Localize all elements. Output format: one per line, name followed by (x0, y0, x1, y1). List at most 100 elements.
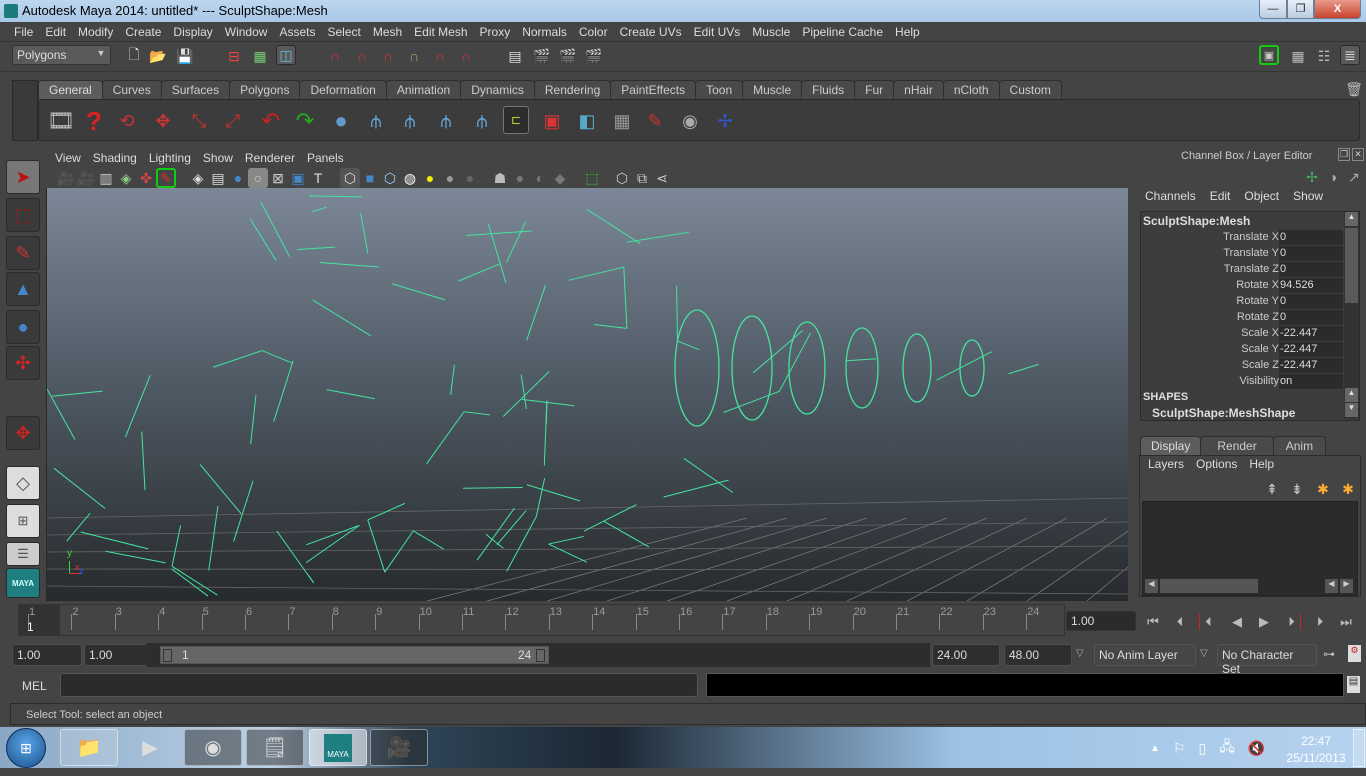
close-button[interactable]: X (1314, 0, 1361, 19)
shelf-tab-muscle[interactable]: Muscle (742, 80, 803, 99)
battery-icon[interactable]: ▯ (1198, 740, 1206, 757)
current-time-field[interactable]: 1.00 (1066, 611, 1136, 631)
shelf-menu-button[interactable] (12, 80, 38, 141)
scale-tool-icon[interactable]: ✣ (6, 346, 40, 380)
trash-icon[interactable]: 🗑 (1344, 79, 1364, 99)
camera-track-icon[interactable]: ✥ (148, 106, 178, 136)
viewport-menu-panels[interactable]: Panels (301, 151, 350, 165)
menu-display[interactable]: Display (167, 25, 218, 39)
menu-select[interactable]: Select (321, 25, 366, 39)
go-to-start-icon[interactable]: ⏮ (1144, 614, 1162, 630)
channel-value[interactable]: 0 (1279, 262, 1343, 277)
layer-list[interactable]: ◀ ◀ ▶ (1142, 501, 1358, 596)
channel-value[interactable]: -22.447 (1279, 342, 1343, 357)
animation-preferences-icon[interactable]: ⚙ (1348, 645, 1361, 662)
menu-window[interactable]: Window (219, 25, 274, 39)
last-tool-icon[interactable]: ✥ (6, 416, 40, 450)
menu-color[interactable]: Color (573, 25, 614, 39)
taskbar-film-app-icon[interactable]: 🎥 (370, 729, 428, 766)
menu-set-select[interactable]: Polygons ▼ (12, 45, 111, 65)
taskbar-media-player-icon[interactable]: ▶ (121, 729, 179, 766)
shelf-tab-fur[interactable]: Fur (854, 80, 895, 99)
image-plane-icon[interactable]: ◈ (116, 168, 136, 188)
menu-file[interactable]: File (8, 25, 39, 39)
smooth-shade-icon[interactable]: ■ (360, 168, 380, 188)
channel-row[interactable]: Visibility on (1141, 374, 1345, 390)
taskbar-clock[interactable]: 22:47 25/11/2013 (1282, 733, 1350, 767)
shelf-tab-curves[interactable]: Curves (101, 80, 162, 99)
step-back-key-icon[interactable]: ⏴ (1199, 614, 1217, 630)
shelf-tab-surfaces[interactable]: Surfaces (160, 80, 231, 99)
taskbar-chrome-icon[interactable]: ◉ (184, 729, 242, 766)
volume-muted-icon[interactable]: 🔇 (1248, 740, 1265, 757)
play-backwards-icon[interactable]: ◀ (1228, 614, 1246, 630)
channel-box-scrollbar[interactable]: ▲ ▲ ▼ (1344, 212, 1359, 419)
select-object-icon[interactable]: ▦ (250, 46, 270, 66)
go-to-end-icon[interactable]: ⏭ (1337, 614, 1355, 630)
multisample-icon[interactable]: ◐ (530, 168, 550, 188)
single-perspective-layout-icon[interactable]: ◇ (6, 466, 40, 500)
layer-menu-options[interactable]: Options (1190, 457, 1243, 471)
unparent-icon[interactable]: ⫛ (468, 106, 496, 136)
shelf-tab-toon[interactable]: Toon (695, 80, 744, 99)
channel-row[interactable]: Translate X0 (1141, 230, 1345, 246)
menu-mesh[interactable]: Mesh (367, 25, 408, 39)
shelf-tab-nhair[interactable]: nHair (893, 80, 944, 99)
channel-row[interactable]: Scale Z -22.447 (1141, 358, 1345, 374)
select-hierarchy-icon[interactable]: ⊟ (224, 46, 244, 66)
shelf-tab-ncloth[interactable]: nCloth (942, 80, 1000, 99)
channel-row[interactable]: Rotate Y0 (1141, 294, 1345, 310)
step-forward-frame-icon[interactable]: ⏵ (1311, 614, 1329, 630)
shape-name[interactable]: SculptShape:MeshShape (1152, 406, 1295, 420)
hierarchy-icon[interactable]: ⫛ (362, 106, 390, 136)
shelf-tab-custom[interactable]: Custom (998, 80, 1062, 99)
anim-layer-select[interactable]: No Anim Layer (1094, 644, 1196, 666)
layer-tab-anim[interactable]: Anim (1272, 436, 1327, 455)
channel-row[interactable]: Rotate Z0 (1141, 310, 1345, 326)
shelf-tab-painteffects[interactable]: PaintEffects (610, 80, 697, 99)
movie-reel-icon[interactable]: 🎞 (46, 106, 76, 136)
menu-help[interactable]: Help (889, 25, 926, 39)
paint-select-tool-icon[interactable]: ✎ (6, 236, 40, 270)
use-default-light-icon[interactable]: ● (420, 168, 440, 188)
field-chart-icon[interactable]: ⊠ (268, 168, 288, 188)
show-hidden-icons-icon[interactable]: ▲ (1150, 743, 1160, 754)
scroll-right-icon[interactable]: ▶ (1340, 579, 1353, 593)
lasso-tool-icon[interactable]: ⬚ (6, 198, 40, 232)
use-all-lights-icon[interactable]: ● (440, 168, 460, 188)
taskbar-explorer-icon[interactable]: 📁 (60, 729, 118, 766)
snap-view-plane-icon[interactable]: ∩ (404, 46, 424, 66)
viewport-menu-shading[interactable]: Shading (87, 151, 143, 165)
start-time-field[interactable]: 1.00 (12, 644, 82, 666)
ipr-render-icon[interactable]: 🎬 (558, 46, 578, 66)
camera-zoom-icon[interactable]: ⤢ (218, 106, 248, 136)
taskbar-notepad-icon[interactable]: 🗒 (246, 729, 304, 766)
cb-menu-channels[interactable]: Channels (1138, 189, 1203, 207)
screen-space-ao-icon[interactable]: ☗ (490, 168, 510, 188)
shelf-tab-polygons[interactable]: Polygons (229, 80, 301, 99)
shelf-tab-dynamics[interactable]: Dynamics (460, 80, 535, 99)
character-set-dropdown-icon[interactable]: ▽ (1200, 648, 1208, 659)
menu-edit[interactable]: Edit (39, 25, 72, 39)
maximize-button[interactable]: ❐ (1287, 0, 1314, 19)
help-icon[interactable]: ? (80, 106, 108, 136)
camera-attributes-icon[interactable]: 🎥 (76, 168, 96, 188)
select-tool-icon[interactable]: ➤ (6, 160, 40, 194)
playback-start-field[interactable]: 1.00 (84, 644, 154, 666)
cb-menu-show[interactable]: Show (1286, 189, 1330, 207)
range-start-handle[interactable] (163, 649, 172, 662)
layer-menu-help[interactable]: Help (1243, 457, 1280, 471)
range-end-handle[interactable] (536, 649, 545, 662)
grease-pencil-icon[interactable]: ✎ (156, 168, 176, 188)
viewport-menu-lighting[interactable]: Lighting (143, 151, 197, 165)
horizontal-scrollbar-thumb[interactable] (1160, 579, 1258, 593)
make-live-icon[interactable]: ∩ (456, 46, 476, 66)
safe-action-icon[interactable]: ▣ (288, 168, 308, 188)
layer-tab-render[interactable]: Render (1200, 436, 1274, 455)
xray-icon[interactable]: ⬡ (612, 168, 632, 188)
hierarchy-2-icon[interactable]: ⫛ (396, 106, 424, 136)
auto-key-icon[interactable]: ⊶ (1323, 647, 1335, 661)
end-time-field[interactable]: 48.00 (1004, 644, 1072, 666)
camera-tumble-icon[interactable]: ⟲ (112, 106, 142, 136)
range-slider-handle[interactable]: 1 24 (160, 646, 549, 664)
